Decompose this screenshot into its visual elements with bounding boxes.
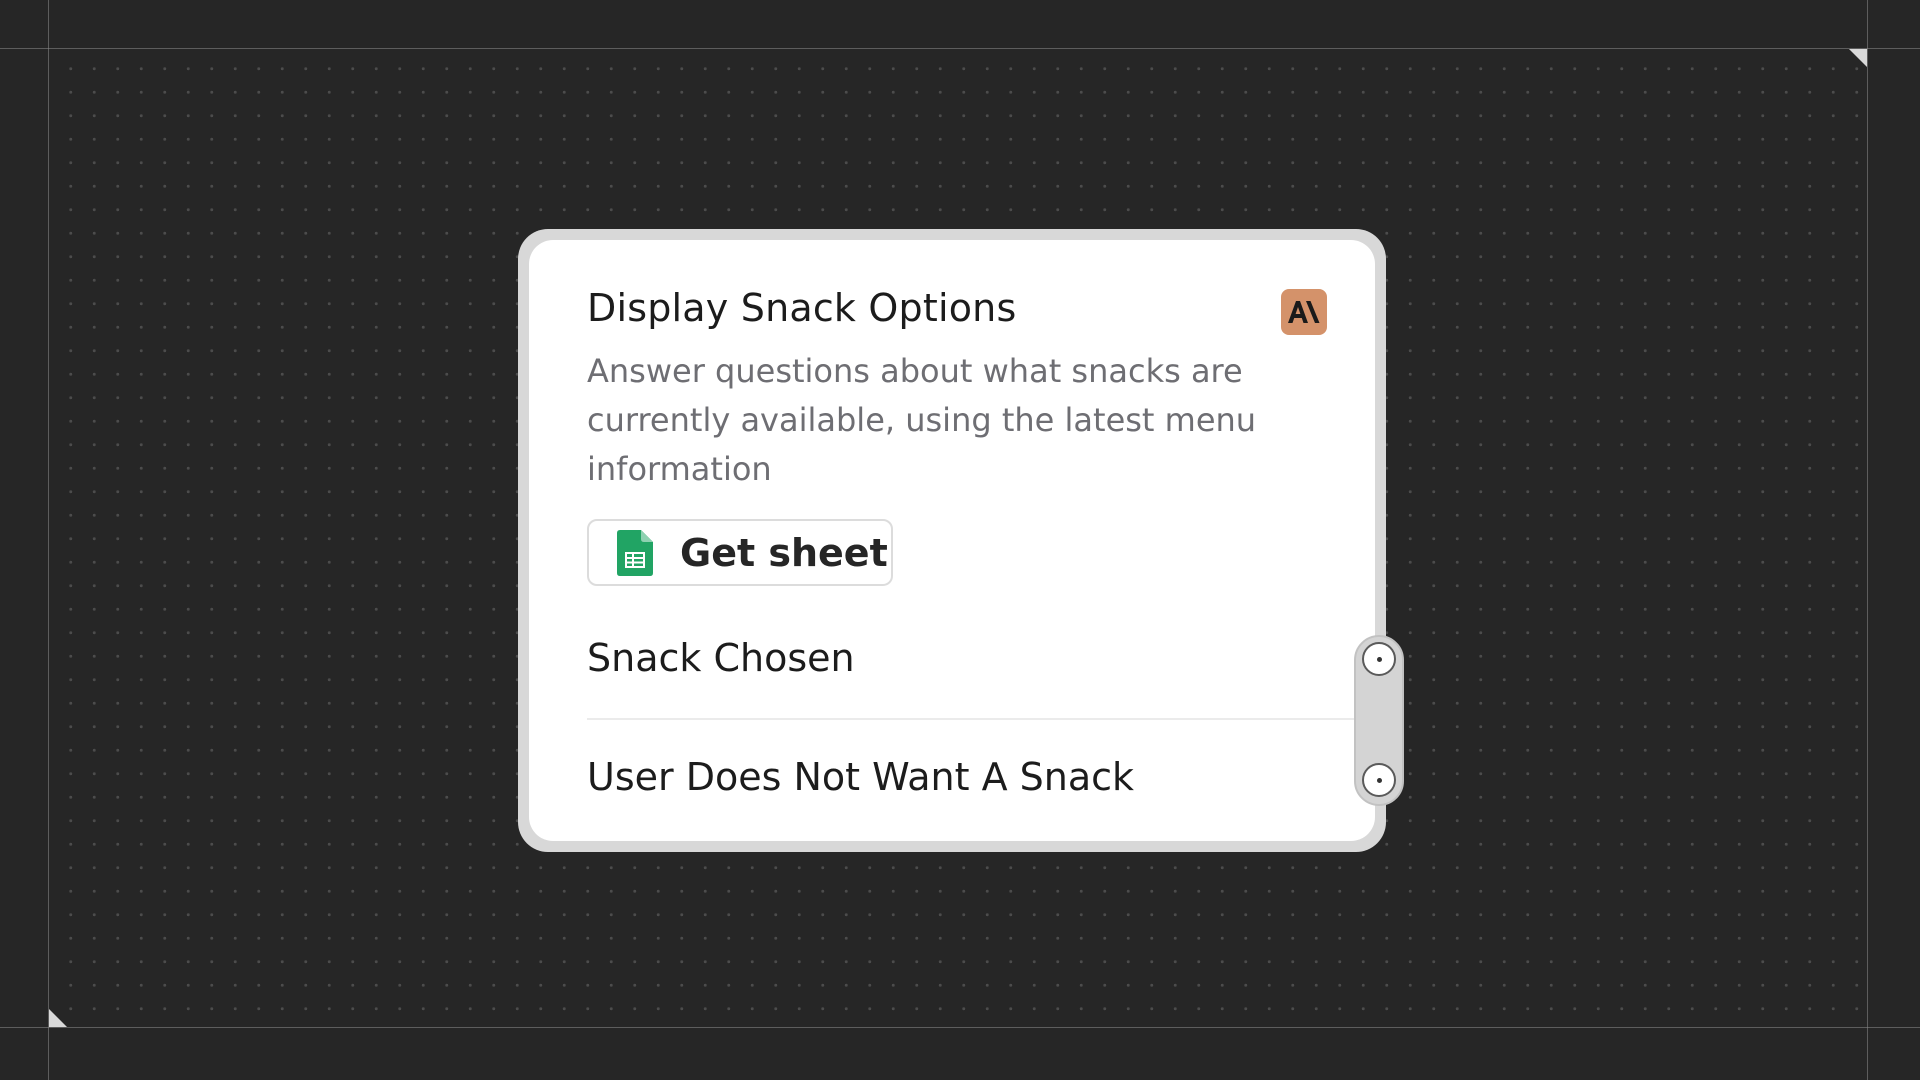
port-center-dot: [1376, 777, 1382, 783]
node-description: Answer questions about what snacks are c…: [587, 352, 1257, 488]
output-divider: [587, 718, 1375, 720]
workflow-editor: Display Snack Options Answer questions a…: [0, 0, 1920, 1080]
anthropic-logo-glyph: [1288, 301, 1320, 323]
workflow-node-body[interactable]: Display Snack Options Answer questions a…: [529, 240, 1375, 841]
output-user-does-not-want-snack[interactable]: User Does Not Want A Snack: [587, 755, 1134, 799]
output-port-icon[interactable]: [1362, 763, 1396, 797]
google-sheets-icon: [617, 529, 653, 576]
tool-label: Get sheet: [680, 530, 888, 575]
get-sheet-tool-button[interactable]: Get sheet: [587, 519, 893, 586]
node-title: Display Snack Options: [587, 286, 1017, 330]
frame-guide-right: [1867, 0, 1868, 1080]
anthropic-logo-icon: [1281, 289, 1327, 335]
port-center-dot: [1376, 656, 1382, 662]
output-port-icon[interactable]: [1362, 642, 1396, 676]
workflow-node-card[interactable]: Display Snack Options Answer questions a…: [518, 229, 1386, 852]
output-snack-chosen[interactable]: Snack Chosen: [587, 636, 855, 680]
frame-guide-bottom: [0, 1027, 1920, 1028]
